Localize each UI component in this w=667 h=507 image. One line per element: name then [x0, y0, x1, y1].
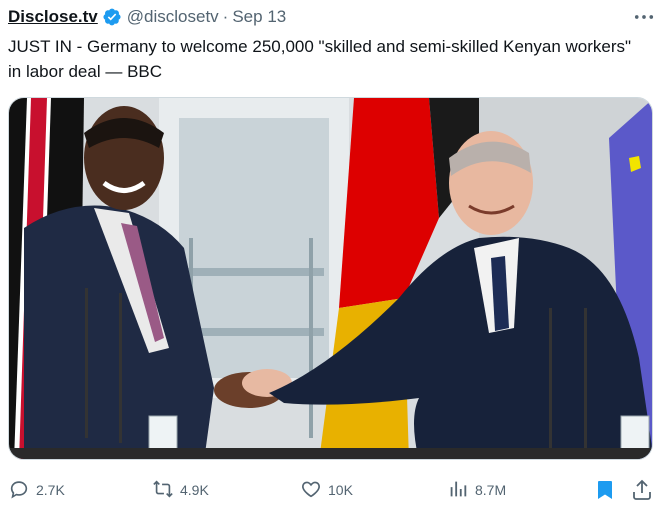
reply-icon [10, 481, 28, 499]
bookmark-icon[interactable] [593, 478, 617, 502]
author-display-name[interactable]: Disclose.tv [8, 7, 98, 27]
views-button[interactable]: 8.7M [447, 472, 506, 506]
share-icon[interactable] [630, 478, 654, 502]
like-count: 10K [328, 481, 353, 498]
repost-icon [153, 480, 173, 498]
author-handle[interactable]: @disclosetv [127, 7, 219, 27]
heart-icon [302, 481, 320, 498]
tweet-text: JUST IN - Germany to welcome 250,000 "sk… [8, 37, 632, 81]
reply-button[interactable]: 2.7K [8, 472, 65, 506]
like-button[interactable]: 10K [300, 472, 353, 506]
more-horizontal-icon[interactable] [633, 8, 655, 26]
repost-button[interactable]: 4.9K [152, 472, 209, 506]
tweet-date[interactable]: Sep 13 [232, 7, 286, 27]
repost-count: 4.9K [180, 481, 209, 498]
tweet-actions-bar: 2.7K 4.9K 10K 8.7M [0, 472, 667, 506]
photo-handshake-image [9, 98, 652, 459]
tweet: Disclose.tv @disclosetv · Sep 13 JUST IN… [0, 0, 667, 507]
tweet-photo[interactable] [8, 97, 653, 460]
verified-badge-icon [102, 7, 122, 27]
tweet-header: Disclose.tv @disclosetv · Sep 13 [8, 6, 659, 28]
views-chart-icon [450, 481, 467, 497]
reply-count: 2.7K [36, 481, 65, 498]
views-count: 8.7M [475, 481, 507, 498]
separator-dot: · [222, 7, 229, 26]
